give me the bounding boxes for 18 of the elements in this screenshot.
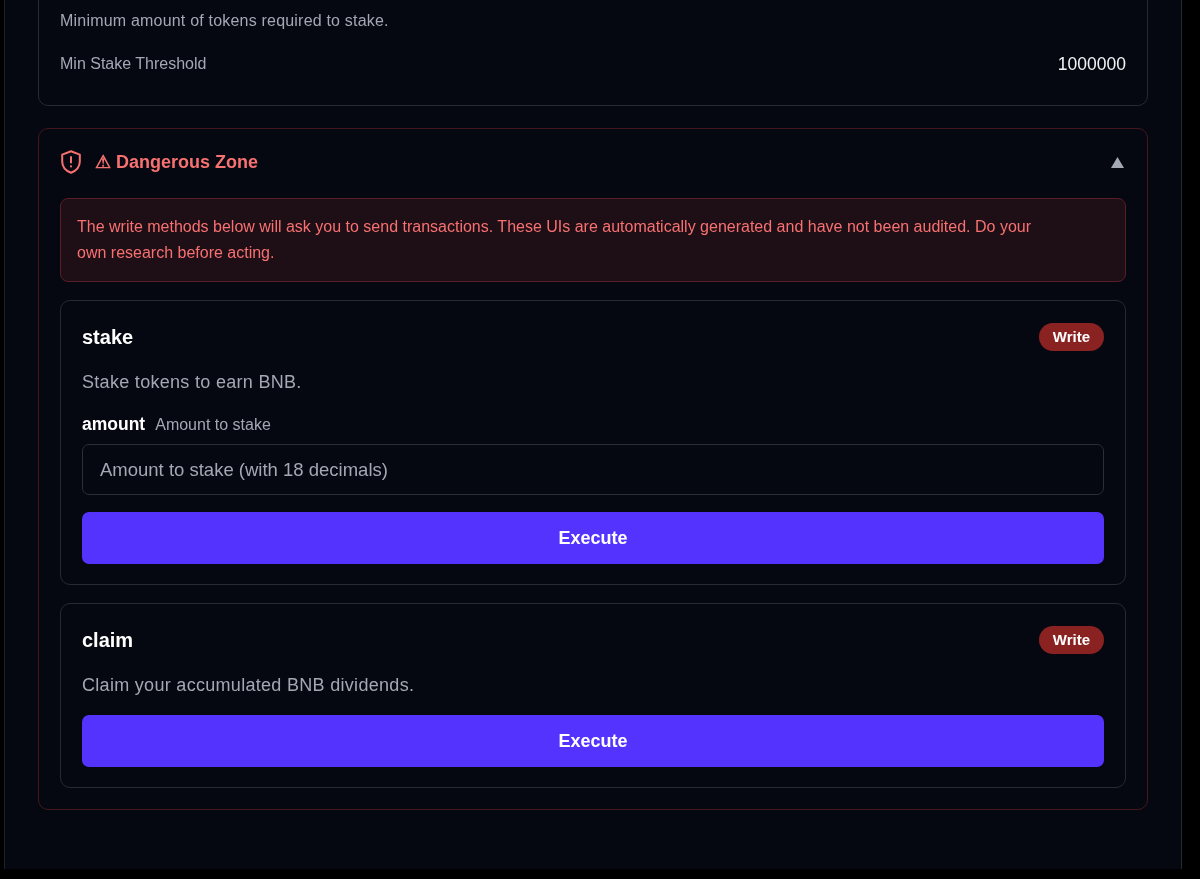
write-badge: Write <box>1038 626 1104 654</box>
method-description: Stake tokens to earn BNB. <box>82 371 303 394</box>
input-field[interactable]: Amount to stake (with 18 decimals) <box>82 444 1104 495</box>
execute-button[interactable]: Execute <box>82 512 1104 564</box>
method-name: stake <box>82 325 134 350</box>
method-description: Claim your accumulated BNB dividends. <box>82 674 416 697</box>
collapse-caret-icon[interactable] <box>1111 156 1124 168</box>
field-label: Min Stake Threshold <box>60 54 207 74</box>
param-name: amount <box>82 413 146 435</box>
write-badge: Write <box>1038 323 1104 351</box>
field-value: 1000000 <box>1057 53 1126 75</box>
method-name: claim <box>82 628 134 653</box>
shield-alert-icon <box>61 150 81 174</box>
danger-zone-title: ⚠ Dangerous Zone <box>95 151 258 174</box>
execute-button[interactable]: Execute <box>82 715 1104 767</box>
setting-description: Minimum amount of tokens required to stake. <box>60 11 390 31</box>
warning-text: The write methods below will ask you to send transactions. These UIs are automatically generated and have not been audited. Do your own research before acting. <box>77 217 1033 263</box>
param-hint: Amount to stake <box>155 415 271 435</box>
